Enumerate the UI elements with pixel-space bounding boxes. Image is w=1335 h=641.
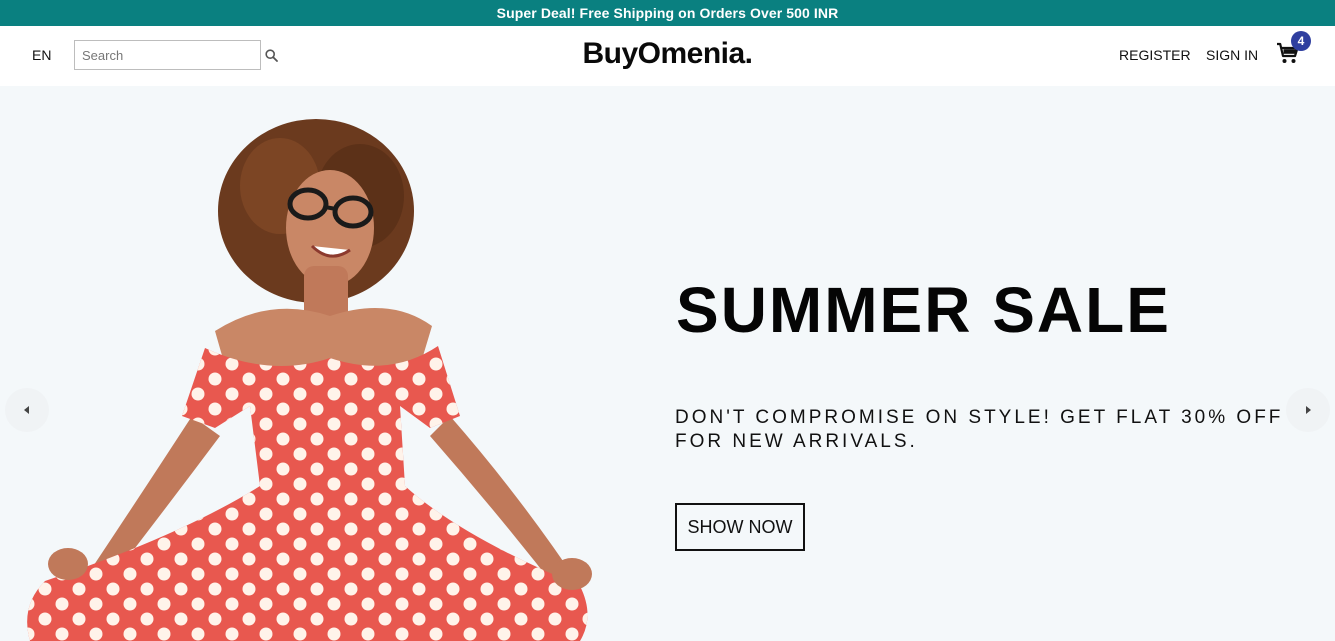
carousel-prev-button[interactable]: [5, 388, 49, 432]
search-input[interactable]: [75, 41, 265, 69]
cart-count-badge: 4: [1291, 31, 1311, 51]
announcement-bar: Super Deal! Free Shipping on Orders Over…: [0, 0, 1335, 26]
hero-title: SUMMER SALE: [676, 274, 1171, 346]
signin-link[interactable]: SIGN IN: [1206, 47, 1258, 63]
announcement-text: Super Deal! Free Shipping on Orders Over…: [496, 5, 839, 21]
carousel-next-button[interactable]: [1286, 388, 1330, 432]
language-selector[interactable]: EN: [32, 47, 51, 63]
chevron-left-icon: [24, 406, 29, 414]
site-logo[interactable]: BuyOmenia.: [582, 37, 753, 70]
hero-model-image: [27, 119, 592, 641]
hero-banner: SUMMER SALE DON'T COMPROMISE ON STYLE! G…: [0, 86, 1335, 641]
show-now-button[interactable]: SHOW NOW: [675, 503, 805, 551]
chevron-right-icon: [1306, 406, 1311, 414]
hero-subtitle: DON'T COMPROMISE ON STYLE! GET FLAT 30% …: [675, 407, 1284, 452]
register-link[interactable]: REGISTER: [1119, 47, 1191, 63]
search-box: [74, 40, 278, 70]
search-icon[interactable]: [265, 41, 278, 69]
top-navbar: EN BuyOmenia. REGISTER SIGN IN 4: [0, 26, 1335, 86]
